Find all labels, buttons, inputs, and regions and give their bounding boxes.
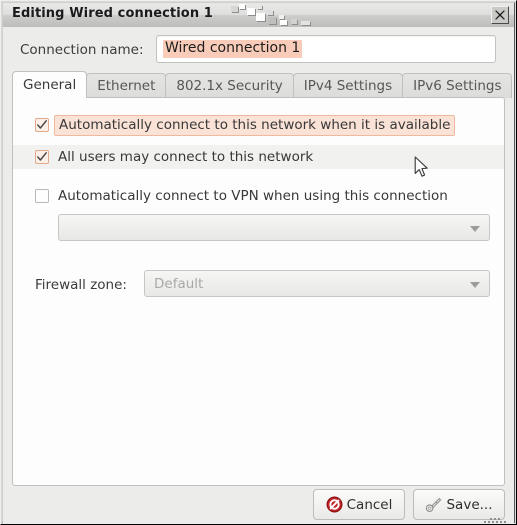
checkbox-all-users[interactable] <box>35 150 49 164</box>
save-button-label: Save... <box>446 496 493 513</box>
vpn-connection-combo[interactable] <box>58 214 490 241</box>
tab-general-label: General <box>23 77 77 93</box>
checkbox-row-autoconnect[interactable]: Automatically connect to this network wh… <box>35 114 456 136</box>
chevron-down-icon <box>470 226 480 232</box>
dialog-window: Editing Wired connection 1 Connection na… <box>0 0 517 525</box>
cancel-button[interactable]: Cancel <box>313 489 405 520</box>
connection-name-row: Connection name: Wired connection 1 <box>3 35 514 65</box>
chevron-down-icon <box>470 282 480 288</box>
connection-name-value: Wired connection 1 <box>163 40 303 58</box>
settings-notebook: General Ethernet 802.1x Security IPv4 Se… <box>12 71 513 486</box>
resize-grip[interactable] <box>484 518 510 523</box>
checkbox-autoconnect-label: Automatically connect to this network wh… <box>54 114 456 136</box>
checkbox-row-vpn-autoconnect[interactable]: Automatically connect to VPN when using … <box>35 185 448 207</box>
tab-ipv4-settings[interactable]: IPv4 Settings <box>292 73 404 98</box>
close-window-button[interactable] <box>491 6 509 24</box>
key-icon <box>425 496 442 513</box>
checkbox-vpn-autoconnect[interactable] <box>35 189 49 203</box>
connection-name-label: Connection name: <box>20 42 144 58</box>
window-inner-frame: Editing Wired connection 1 Connection na… <box>2 2 515 524</box>
tab-ipv6-settings[interactable]: IPv6 Settings <box>402 73 513 98</box>
firewall-zone-value: Default <box>154 276 204 292</box>
titlebar-decoration <box>231 4 343 26</box>
tab-ethernet[interactable]: Ethernet <box>86 73 167 98</box>
tab-strip: General Ethernet 802.1x Security IPv4 Se… <box>12 71 513 98</box>
save-button[interactable]: Save... <box>413 489 505 520</box>
checkbox-vpn-autoconnect-label: Automatically connect to VPN when using … <box>58 188 448 204</box>
titlebar[interactable]: Editing Wired connection 1 <box>3 3 514 28</box>
cancel-button-label: Cancel <box>346 496 393 513</box>
firewall-zone-combo[interactable]: Default <box>144 270 490 297</box>
connection-name-input[interactable]: Wired connection 1 <box>156 35 496 63</box>
checkbox-row-all-users[interactable]: All users may connect to this network <box>35 146 313 168</box>
tab-panel-general: Automatically connect to this network wh… <box>12 97 505 486</box>
window-title: Editing Wired connection 1 <box>12 6 213 21</box>
tab-8021x-security-label: 802.1x Security <box>176 78 283 94</box>
close-icon <box>492 7 508 23</box>
firewall-zone-label: Firewall zone: <box>35 277 127 293</box>
tab-ethernet-label: Ethernet <box>97 78 156 94</box>
checkbox-autoconnect[interactable] <box>35 118 49 132</box>
tab-ipv4-settings-label: IPv4 Settings <box>303 78 393 94</box>
tab-general[interactable]: General <box>12 71 88 98</box>
tab-8021x-security[interactable]: 802.1x Security <box>165 73 294 98</box>
checkbox-all-users-label: All users may connect to this network <box>58 149 314 165</box>
tab-ipv6-settings-label: IPv6 Settings <box>413 78 502 94</box>
dialog-body: Connection name: Wired connection 1 Gene… <box>3 27 514 524</box>
cancel-icon <box>326 496 343 513</box>
dialog-action-area: Cancel Save... <box>3 489 514 524</box>
